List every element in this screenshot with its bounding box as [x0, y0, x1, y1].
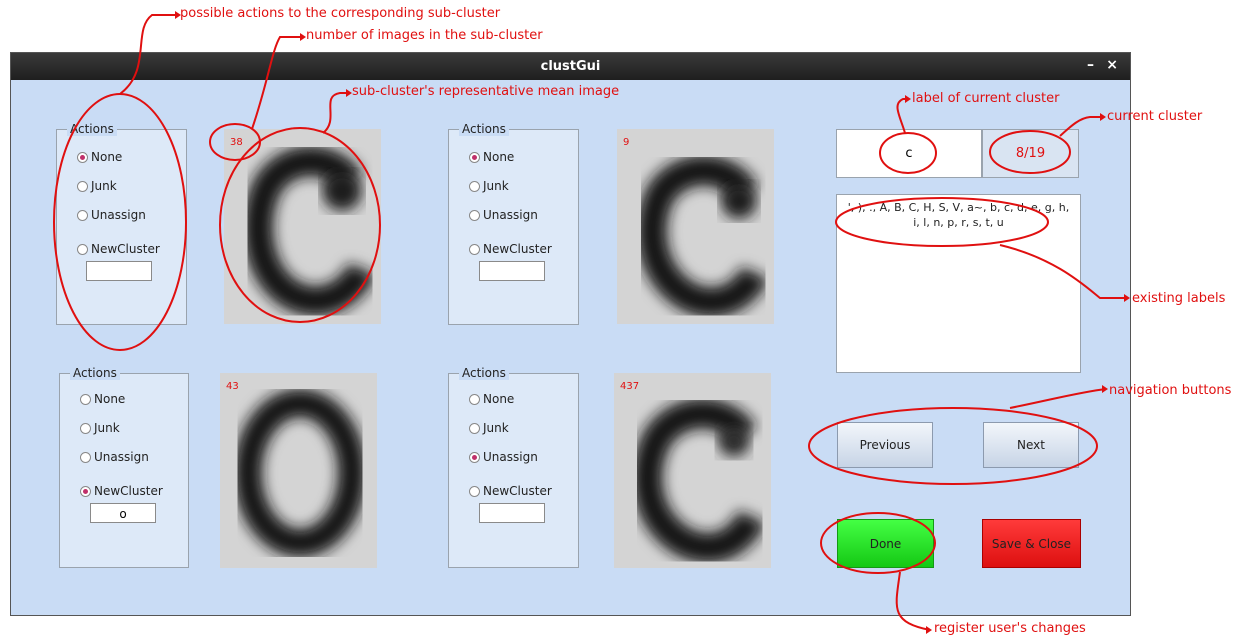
radio-label: NewCluster: [94, 484, 163, 498]
annotation-actions: possible actions to the corresponding su…: [180, 6, 501, 21]
radio-icon[interactable]: [80, 452, 91, 463]
radio-label: None: [91, 150, 123, 164]
radio-label: NewCluster: [483, 484, 552, 498]
cluster-label-value: c: [905, 146, 913, 161]
image-count: 43: [226, 381, 239, 392]
annotation-register: register user's changes: [934, 621, 1086, 636]
image-count: 9: [623, 137, 630, 148]
mean-image: 38: [224, 129, 381, 324]
annotation-existing: existing labels: [1132, 291, 1226, 306]
radio-none[interactable]: None: [469, 150, 514, 164]
actions-legend: Actions: [459, 366, 509, 380]
radio-label: Unassign: [483, 450, 538, 464]
subcluster-actions-group: Actions None Junk Unassign NewCluster: [448, 122, 579, 325]
radio-icon[interactable]: [469, 181, 480, 192]
radio-label: Junk: [483, 179, 509, 193]
radio-label: None: [94, 392, 126, 406]
subcluster-actions-group: Actions None Junk Unassign NewCluster: [448, 366, 579, 568]
mean-image-glyph: [614, 373, 771, 568]
radio-icon[interactable]: [469, 486, 480, 497]
radio-icon[interactable]: [80, 394, 91, 405]
radio-icon[interactable]: [77, 181, 88, 192]
radio-newcluster[interactable]: NewCluster: [77, 242, 160, 256]
annotation-label: label of current cluster: [912, 91, 1060, 106]
radio-label: Unassign: [94, 450, 149, 464]
radio-label: Unassign: [483, 208, 538, 222]
cluster-position: 8/19: [982, 129, 1079, 178]
radio-icon[interactable]: [77, 210, 88, 221]
title-bar: clustGui – ×: [11, 53, 1130, 80]
radio-selected-icon[interactable]: [77, 152, 88, 163]
actions-legend: Actions: [67, 122, 117, 136]
previous-button[interactable]: Previous: [837, 422, 933, 468]
actions-legend: Actions: [459, 122, 509, 136]
radio-label: Junk: [94, 421, 120, 435]
radio-selected-icon[interactable]: [469, 152, 480, 163]
radio-icon[interactable]: [469, 244, 480, 255]
clustgui-window: clustGui – × Actions None Junk Unassign …: [10, 52, 1131, 616]
radio-selected-icon[interactable]: [469, 452, 480, 463]
mean-image: 43: [220, 373, 377, 568]
annotation-navigation: navigation buttons: [1109, 383, 1232, 398]
next-button[interactable]: Next: [983, 422, 1079, 468]
mean-image-glyph: [224, 129, 381, 324]
new-cluster-input[interactable]: o: [90, 503, 156, 523]
radio-selected-icon[interactable]: [80, 486, 91, 497]
arrowhead-icon: [926, 626, 932, 634]
radio-unassign[interactable]: Unassign: [469, 208, 538, 222]
radio-icon[interactable]: [469, 394, 480, 405]
mean-image: 437: [614, 373, 771, 568]
annotation-current: current cluster: [1107, 109, 1203, 124]
radio-icon[interactable]: [80, 423, 91, 434]
radio-junk[interactable]: Junk: [77, 179, 117, 193]
radio-unassign[interactable]: Unassign: [469, 450, 538, 464]
radio-icon[interactable]: [469, 423, 480, 434]
existing-labels-box: ', ), ., A, B, C, H, S, V, a~, b, c, d, …: [836, 194, 1081, 373]
existing-labels-text: ', ), ., A, B, C, H, S, V, a~, b, c, d, …: [847, 201, 1070, 229]
annotation-count: number of images in the sub-cluster: [306, 28, 543, 43]
radio-label: None: [483, 392, 515, 406]
subcluster-actions-group: Actions None Junk Unassign NewCluster: [56, 122, 187, 325]
radio-none[interactable]: None: [469, 392, 514, 406]
mean-image-glyph: [220, 373, 377, 568]
radio-newcluster[interactable]: NewCluster: [469, 484, 552, 498]
cluster-position-value: 8/19: [1015, 146, 1046, 161]
radio-newcluster[interactable]: NewCluster: [469, 242, 552, 256]
new-cluster-input[interactable]: [86, 261, 152, 281]
radio-none[interactable]: None: [77, 150, 122, 164]
subcluster-actions-group: Actions None Junk Unassign NewCluster o: [59, 366, 189, 568]
actions-legend: Actions: [70, 366, 120, 380]
cluster-label-field[interactable]: c: [836, 129, 982, 178]
close-icon[interactable]: ×: [1106, 57, 1118, 73]
radio-label: None: [483, 150, 515, 164]
minimize-icon[interactable]: –: [1087, 57, 1094, 73]
radio-label: Unassign: [91, 208, 146, 222]
mean-image: 9: [617, 129, 774, 324]
radio-junk[interactable]: Junk: [469, 421, 509, 435]
window-title: clustGui: [540, 59, 601, 74]
radio-none[interactable]: None: [80, 392, 125, 406]
done-button[interactable]: Done: [837, 519, 934, 568]
radio-icon[interactable]: [469, 210, 480, 221]
save-close-button[interactable]: Save & Close: [982, 519, 1081, 568]
annotation-mean-image: sub-cluster's representative mean image: [352, 84, 620, 99]
radio-label: NewCluster: [91, 242, 160, 256]
radio-junk[interactable]: Junk: [80, 421, 120, 435]
radio-label: Junk: [91, 179, 117, 193]
image-count: 437: [620, 381, 640, 392]
mean-image-glyph: [617, 129, 774, 324]
new-cluster-input[interactable]: [479, 261, 545, 281]
radio-junk[interactable]: Junk: [469, 179, 509, 193]
radio-unassign[interactable]: Unassign: [77, 208, 146, 222]
radio-label: NewCluster: [483, 242, 552, 256]
new-cluster-input[interactable]: [479, 503, 545, 523]
radio-label: Junk: [483, 421, 509, 435]
image-count: 38: [230, 137, 243, 148]
radio-unassign[interactable]: Unassign: [80, 450, 149, 464]
radio-newcluster[interactable]: NewCluster: [80, 484, 163, 498]
radio-icon[interactable]: [77, 244, 88, 255]
